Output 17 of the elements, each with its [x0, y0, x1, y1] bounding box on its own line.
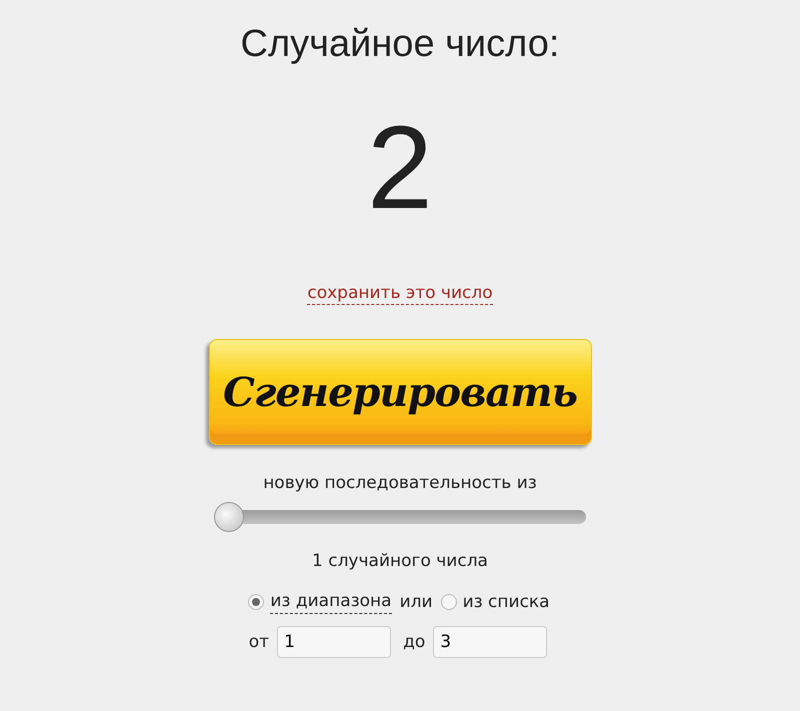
generate-button[interactable]: Сгенерировать [208, 339, 592, 445]
to-field[interactable]: 3 [433, 626, 548, 658]
save-number-link[interactable]: сохранить это число [307, 282, 493, 305]
count-slider[interactable] [214, 501, 586, 533]
separator-text: или [400, 590, 433, 614]
radio-button[interactable] [248, 594, 264, 610]
random-number: 2 [367, 101, 433, 236]
slider-thumb[interactable] [214, 502, 244, 532]
to-label: до [403, 631, 426, 654]
from-label: от [248, 631, 270, 654]
page-title: Случайное число: [240, 22, 560, 67]
source-option[interactable]: из диапазона [270, 589, 392, 614]
radio-button[interactable] [440, 594, 457, 610]
count-label: 1 случайного числа [312, 550, 488, 573]
source-option[interactable]: из списка [462, 590, 550, 614]
sequence-label: новую последовательность из [263, 472, 537, 495]
from-field[interactable]: 1 [277, 626, 392, 658]
